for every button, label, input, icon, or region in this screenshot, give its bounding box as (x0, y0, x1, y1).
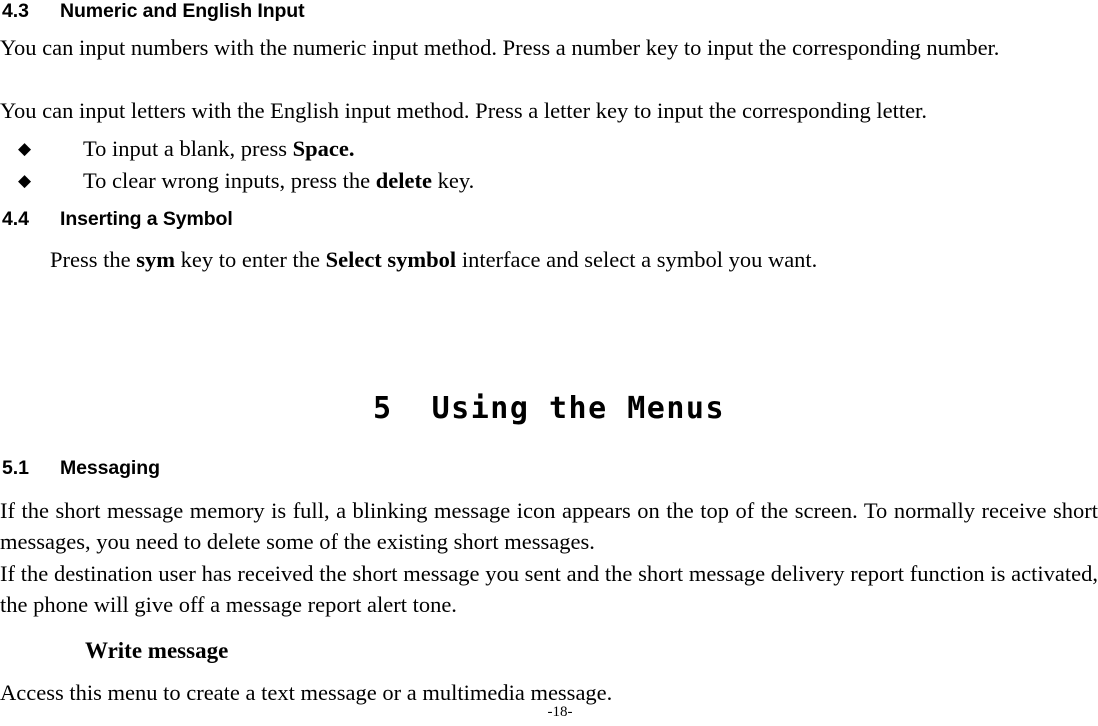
section-title-4-4: Inserting a Symbol (60, 208, 233, 230)
page-number-footer: -18- (547, 704, 573, 720)
paragraph-4-3-first: You can input numbers with the numeric i… (0, 35, 1000, 60)
diamond-bullet-icon: ◆ (18, 171, 32, 190)
list-item-text-lead: To input a blank, press (83, 136, 293, 161)
subheading-write-message: Write message (85, 638, 229, 663)
bullet-list-4-3: ◆ To input a blank, press Space. ◆ To clea… (0, 133, 1098, 197)
paragraph-4-4-bold-sym: sym (136, 247, 175, 272)
list-item-text-emphasis: Space. (292, 136, 355, 161)
list-item-text-lead: To clear wrong inputs, press the (83, 168, 376, 193)
paragraph-4-4-part-2: key to enter the (175, 247, 326, 272)
chapter-heading-5: 5 Using the Menus (372, 391, 726, 426)
section-title-4-3: Numeric and English Input (60, 0, 305, 22)
section-number-4-4: 4.4 (2, 208, 29, 230)
section-number-4-3: 4.3 (2, 0, 29, 22)
section-heading-4-4: 4.4 Inserting a Symbol (2, 208, 1092, 230)
paragraph-4-3-second: You can input letters with the English i… (0, 98, 927, 123)
paragraph-4-4-part-1: Press the (50, 247, 137, 272)
diamond-bullet-icon: ◆ (18, 139, 32, 158)
list-item: ◆ To input a blank, press Space. (0, 133, 1098, 165)
paragraph-4-4: Press the sym key to enter the Select sy… (50, 245, 1098, 276)
paragraph-5-1-first: If the short message memory is full, a b… (0, 498, 1098, 554)
list-item-text-emphasis: delete (375, 168, 432, 193)
section-heading-4-3: 4.3 Numeric and English Input (2, 0, 1092, 22)
section-number-5-1: 5.1 (2, 457, 29, 479)
paragraph-5-1-second: If the destination user has received the… (0, 561, 1098, 617)
section-title-5-1: Messaging (60, 457, 160, 479)
list-item-text-tail: key. (431, 168, 475, 193)
document-page: 4.3 Numeric and English Input You can inp… (0, 0, 1098, 726)
paragraph-4-4-part-3: interface and select a symbol you want. (456, 247, 818, 272)
list-item: ◆ To clear wrong inputs, press the delete… (0, 165, 1098, 197)
paragraph-4-4-bold-select-symbol: Select symbol (325, 247, 457, 272)
section-heading-5-1: 5.1 Messaging (2, 457, 1092, 479)
